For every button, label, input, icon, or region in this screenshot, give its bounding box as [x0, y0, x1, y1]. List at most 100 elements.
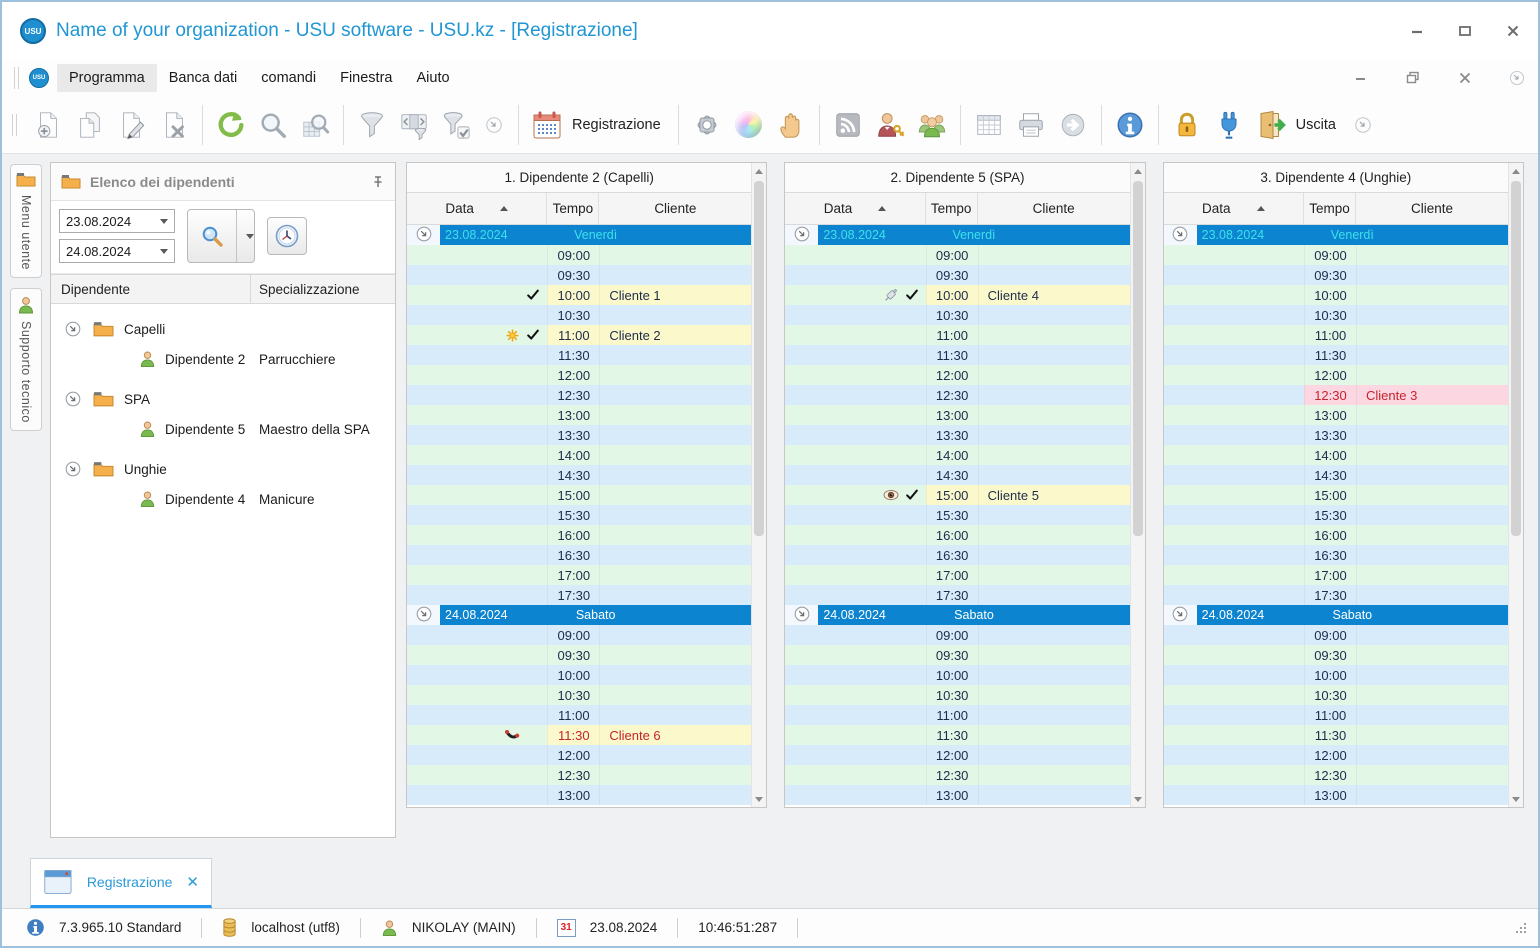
tree-group-unghie[interactable]: Unghie: [51, 454, 395, 484]
timeslot-row[interactable]: 17:30: [785, 585, 1130, 605]
timeslot-row[interactable]: 09:30: [785, 265, 1130, 285]
collapse-day-icon[interactable]: [794, 226, 810, 245]
timeslot-row[interactable]: 13:00: [407, 785, 752, 805]
timeslot-row[interactable]: 09:00: [785, 625, 1130, 645]
column-tempo[interactable]: Tempo: [547, 193, 600, 224]
expand-icon[interactable]: [65, 391, 81, 407]
timeslot-row[interactable]: 15:30: [785, 505, 1130, 525]
timeslot-row[interactable]: 11:30: [1163, 725, 1508, 745]
timeslot-row[interactable]: 11:30: [785, 725, 1130, 745]
timeslot-row[interactable]: 16:30: [1163, 545, 1508, 565]
timeslot-row[interactable]: 15:30: [407, 505, 752, 525]
timeslot-row[interactable]: 12:30: [407, 385, 752, 405]
timeslot-row[interactable]: 13:00: [785, 785, 1130, 805]
timeslot-row[interactable]: 10:00: [785, 665, 1130, 685]
column-cliente[interactable]: Cliente: [599, 201, 751, 216]
date-to-combo[interactable]: 24.08.2024: [59, 239, 175, 263]
column-dipendente[interactable]: Dipendente: [51, 275, 251, 303]
timeslot-row[interactable]: 12:30: [407, 765, 752, 785]
appointment-row[interactable]: 10:00 Cliente 1: [407, 285, 752, 305]
vertical-scrollbar[interactable]: [1507, 163, 1523, 807]
timeslot-row[interactable]: 17:30: [407, 585, 752, 605]
vertical-scrollbar[interactable]: [751, 163, 767, 807]
timeslot-row[interactable]: 10:30: [1163, 305, 1508, 325]
info-button[interactable]: [1109, 102, 1151, 148]
timeslot-row[interactable]: 17:00: [785, 565, 1130, 585]
toolbar-more-button[interactable]: [477, 102, 511, 148]
timeslot-row[interactable]: 12:00: [1163, 365, 1508, 385]
timeslot-row[interactable]: 09:30: [1163, 265, 1508, 285]
scroll-up-icon[interactable]: [752, 163, 766, 179]
timeslot-row[interactable]: 13:00: [407, 405, 752, 425]
timeslot-row[interactable]: 12:30: [785, 385, 1130, 405]
scrollbar-thumb[interactable]: [1510, 181, 1521, 536]
timeslot-row[interactable]: 13:00: [1163, 785, 1508, 805]
timeslot-row[interactable]: 15:00: [407, 485, 752, 505]
column-cliente[interactable]: Cliente: [978, 201, 1130, 216]
column-data[interactable]: Data: [785, 193, 926, 224]
refresh-button[interactable]: [210, 102, 252, 148]
collapse-day-icon[interactable]: [794, 606, 810, 625]
connection-button[interactable]: [1208, 102, 1250, 148]
scrollbar-thumb[interactable]: [754, 181, 765, 536]
scroll-up-icon[interactable]: [1131, 163, 1145, 179]
expand-icon[interactable]: [65, 321, 81, 337]
timeslot-row[interactable]: 12:00: [407, 745, 752, 765]
schedule-day-row[interactable]: 23.08.2024 Venerdì: [1163, 225, 1508, 245]
timeslot-row[interactable]: 16:00: [1163, 525, 1508, 545]
timeslot-row[interactable]: 14:30: [785, 465, 1130, 485]
user-access-button[interactable]: [869, 102, 911, 148]
timeslot-row[interactable]: 13:00: [785, 405, 1130, 425]
search-button[interactable]: [252, 102, 294, 148]
timeslot-row[interactable]: 10:30: [407, 685, 752, 705]
tree-employee-row[interactable]: Dipendente 2 Parrucchiere: [51, 344, 395, 374]
timeslot-row[interactable]: 09:00: [407, 625, 752, 645]
collapse-day-icon[interactable]: [1172, 226, 1188, 245]
tab-registrazione[interactable]: Registrazione ✕: [30, 858, 212, 908]
timeslot-row[interactable]: 14:30: [1163, 465, 1508, 485]
timeslot-row[interactable]: 11:00: [1163, 705, 1508, 725]
timeslot-row[interactable]: 09:00: [407, 245, 752, 265]
close-button[interactable]: [1502, 20, 1524, 42]
timeslot-row[interactable]: 09:00: [1163, 625, 1508, 645]
timeslot-row[interactable]: 11:00: [785, 325, 1130, 345]
toolbar-grip-2[interactable]: [12, 113, 17, 136]
timeslot-row[interactable]: 09:00: [1163, 245, 1508, 265]
resize-grip[interactable]: [1514, 921, 1528, 935]
timeslot-row[interactable]: 15:00: [1163, 485, 1508, 505]
timeslot-row[interactable]: 12:00: [785, 745, 1130, 765]
minimize-button[interactable]: [1406, 20, 1428, 42]
timeslot-row[interactable]: 11:30: [407, 345, 752, 365]
mdi-restore-button[interactable]: [1402, 67, 1424, 89]
schedule-day-row[interactable]: 24.08.2024 Sabato: [785, 605, 1130, 625]
appointment-row[interactable]: 15:00 Cliente 5: [785, 485, 1130, 505]
column-tempo[interactable]: Tempo: [1304, 193, 1356, 224]
menu-item-banca-dati[interactable]: Banca dati: [157, 64, 250, 92]
timeslot-row[interactable]: 12:30: [785, 765, 1130, 785]
column-tempo[interactable]: Tempo: [926, 193, 978, 224]
search-dropdown-button[interactable]: [236, 210, 254, 262]
toolbar-grip[interactable]: [14, 67, 19, 89]
timeslot-row[interactable]: 11:00: [785, 705, 1130, 725]
collapse-day-icon[interactable]: [416, 226, 432, 245]
pin-icon[interactable]: [371, 175, 385, 189]
sidebar-tab-menu-utente[interactable]: Menu utente: [10, 164, 42, 278]
timeslot-row[interactable]: 10:30: [407, 305, 752, 325]
lock-button[interactable]: [1166, 102, 1208, 148]
filter-button[interactable]: [351, 102, 393, 148]
mdi-close-button[interactable]: [1454, 67, 1476, 89]
mdi-more-icon[interactable]: [1506, 67, 1528, 89]
filter-apply-button[interactable]: [435, 102, 477, 148]
timeslot-row[interactable]: 10:30: [1163, 685, 1508, 705]
scroll-down-icon[interactable]: [752, 791, 766, 807]
tab-close-icon[interactable]: ✕: [186, 873, 199, 891]
timeslot-row[interactable]: 10:30: [785, 305, 1130, 325]
menu-item-programma[interactable]: Programma: [57, 64, 157, 92]
timeslot-row[interactable]: 16:30: [785, 545, 1130, 565]
column-data[interactable]: Data: [1164, 193, 1304, 224]
menu-item-comandi[interactable]: comandi: [249, 64, 328, 92]
collapse-day-icon[interactable]: [416, 606, 432, 625]
sidebar-tab-supporto-tecnico[interactable]: Supporto tecnico: [10, 288, 42, 431]
timeslot-row[interactable]: 10:30: [785, 685, 1130, 705]
employees-button[interactable]: [911, 102, 953, 148]
